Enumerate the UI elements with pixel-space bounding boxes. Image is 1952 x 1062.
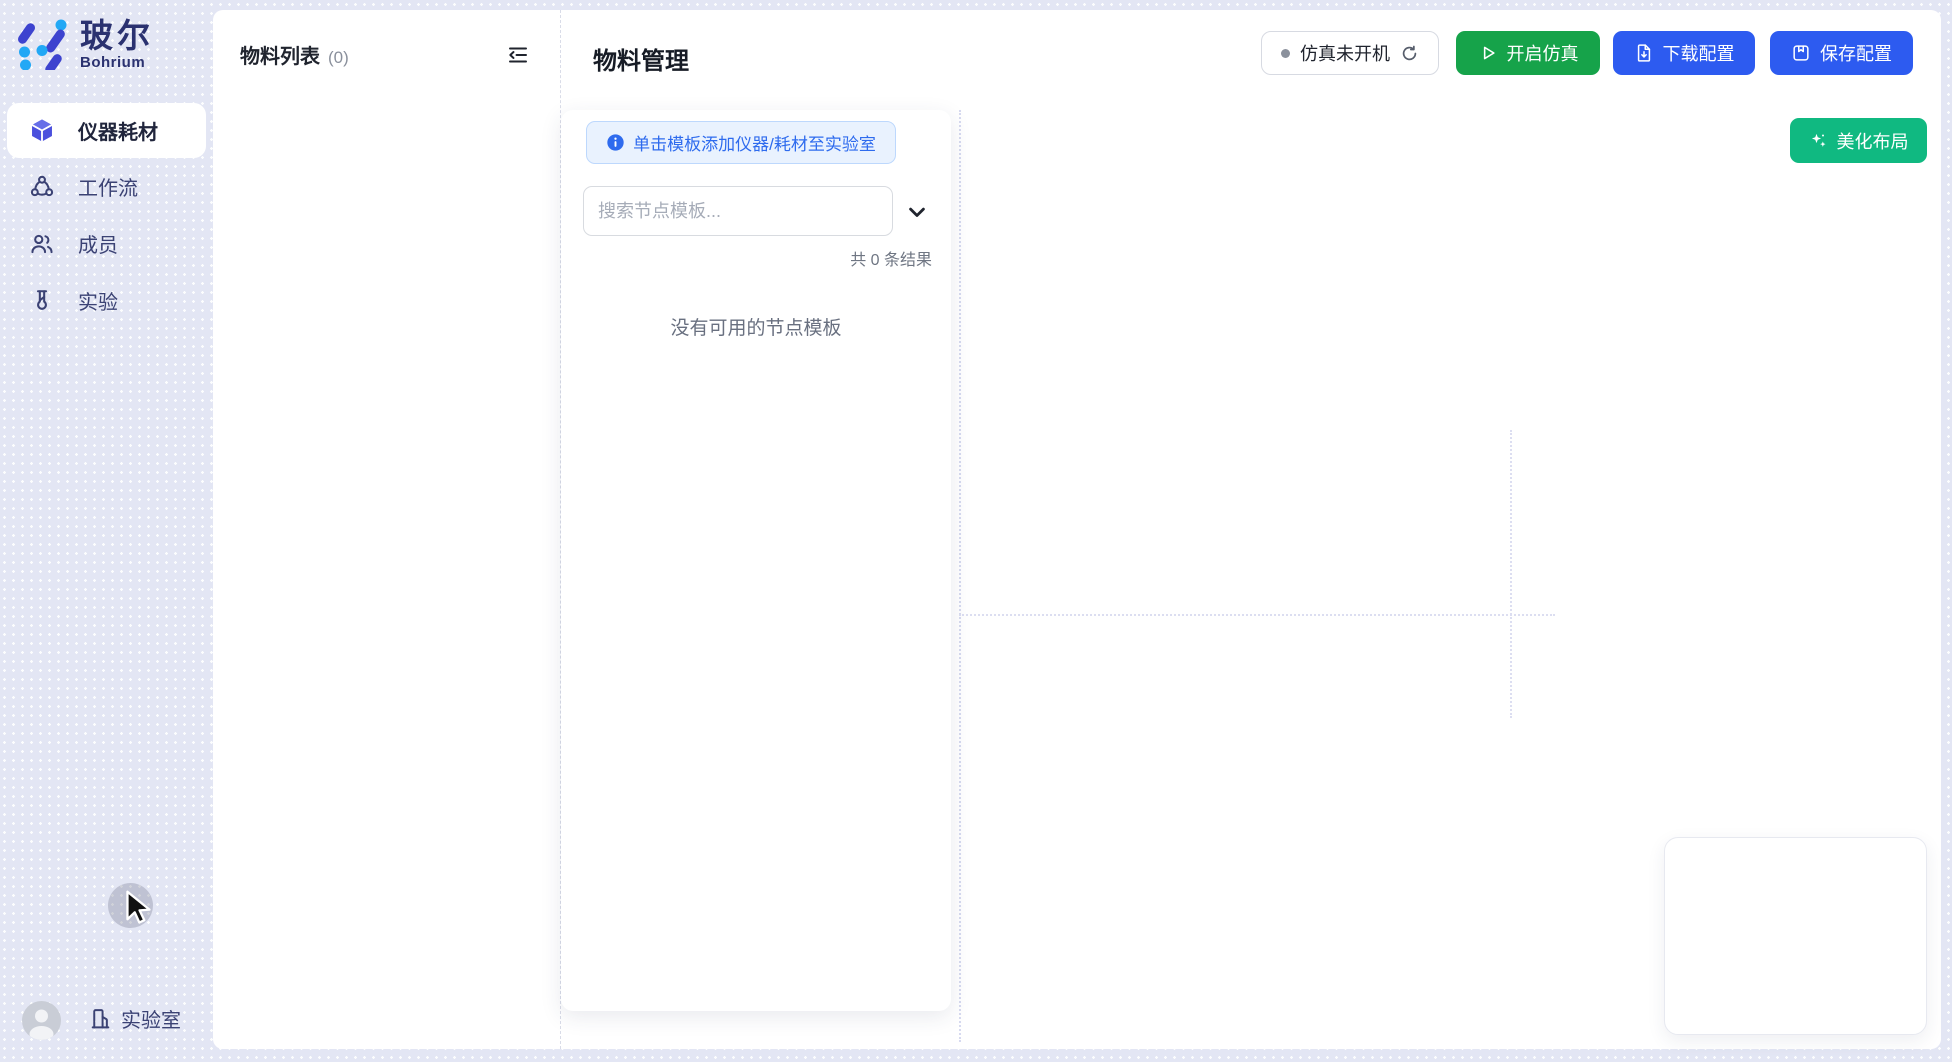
refresh-icon[interactable] (1400, 44, 1419, 63)
sparkles-icon (1809, 131, 1829, 151)
play-icon (1478, 43, 1498, 63)
sidebar-item-members[interactable]: 成员 (0, 215, 213, 272)
material-list-count: (0) (328, 48, 349, 68)
download-config-button[interactable]: 下载配置 (1613, 31, 1755, 75)
material-list-title: 物料列表 (240, 40, 320, 69)
canvas-guide-vertical (959, 110, 961, 1042)
main-surface: 物料列表 (0) 物料管理 仿真未开机 开启仿真 (213, 10, 1941, 1049)
sidebar-item-instruments[interactable]: 仪器耗材 (7, 103, 206, 158)
lab-entry-label: 实验室 (121, 1004, 181, 1033)
canvas-guide-vertical (1510, 430, 1512, 718)
workflow-icon (29, 174, 55, 200)
minimap-card[interactable] (1664, 837, 1927, 1035)
template-hint-text: 单击模板添加仪器/耗材至实验室 (633, 130, 876, 155)
status-dot-icon (1281, 49, 1290, 58)
sim-status-label: 仿真未开机 (1300, 40, 1390, 66)
sim-status-pill[interactable]: 仿真未开机 (1261, 31, 1439, 75)
result-count: 共 0 条结果 (850, 246, 932, 270)
brand-name-zh: 玻尔 (80, 18, 154, 54)
beautify-layout-button[interactable]: 美化布局 (1790, 118, 1927, 163)
material-list-panel: 物料列表 (0) (213, 10, 561, 1049)
file-download-icon (1634, 43, 1654, 63)
sidebar: 玻尔 Bohrium 仪器耗材 (0, 0, 213, 1062)
template-search-input[interactable] (583, 186, 893, 236)
info-icon (606, 133, 625, 152)
sidebar-item-experiment[interactable]: 实验 (0, 272, 213, 329)
chevron-down-icon[interactable] (903, 198, 931, 226)
save-icon (1791, 43, 1811, 63)
page-title: 物料管理 (593, 41, 689, 76)
members-icon (29, 231, 55, 257)
user-avatar[interactable] (22, 1001, 61, 1040)
sidebar-item-label: 仪器耗材 (78, 116, 158, 145)
mouse-cursor (124, 890, 154, 927)
save-config-button[interactable]: 保存配置 (1770, 31, 1913, 75)
brand-name-en: Bohrium (80, 54, 154, 71)
sidebar-item-label: 工作流 (78, 172, 138, 201)
template-hint-banner: 单击模板添加仪器/耗材至实验室 (586, 121, 896, 164)
cube-icon (29, 118, 55, 144)
canvas-guide-horizontal (959, 614, 1555, 616)
lab-entry[interactable]: 实验室 (88, 1004, 181, 1033)
sidebar-item-label: 成员 (78, 229, 118, 258)
template-panel: 单击模板添加仪器/耗材至实验室 共 0 条结果 没有可用的节点模板 (561, 110, 951, 1011)
experiment-icon (29, 288, 55, 314)
empty-state-text: 没有可用的节点模板 (561, 313, 951, 340)
start-simulation-button[interactable]: 开启仿真 (1456, 31, 1600, 75)
bohrium-logo-icon (16, 16, 70, 70)
brand-logo: 玻尔 Bohrium (16, 16, 154, 71)
sidebar-nav: 仪器耗材 工作流 成员 (0, 103, 213, 329)
sidebar-item-label: 实验 (78, 286, 118, 315)
collapse-panel-icon[interactable] (506, 43, 530, 67)
sidebar-item-workflow[interactable]: 工作流 (0, 158, 213, 215)
lab-building-icon (88, 1006, 113, 1031)
header-actions: 仿真未开机 开启仿真 下载配置 保存配置 (1261, 31, 1913, 75)
